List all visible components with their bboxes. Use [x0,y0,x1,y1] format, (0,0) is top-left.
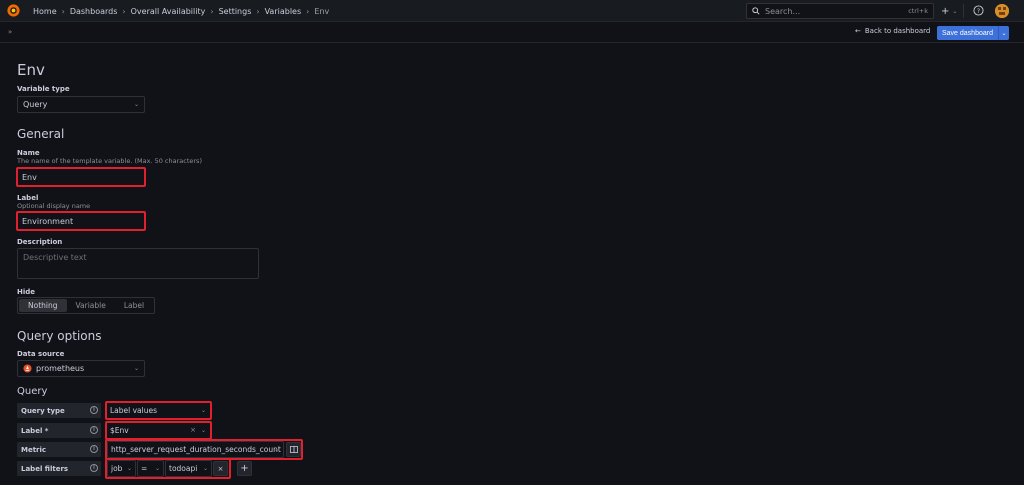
page-title: Env [17,61,45,79]
metric-value: http_server_request_duration_seconds_cou… [111,445,281,454]
chevron-right-icon: › [306,6,310,16]
chevron-down-icon: ⌄ [273,446,279,453]
divider [963,4,964,18]
filter-value-value: todoapi [169,464,198,473]
toolbar: » ← Back to dashboard Save dashboard ⌄ [0,22,1024,43]
new-menu-button[interactable]: + ⌄ [941,3,957,19]
label-description: Optional display name [17,202,91,210]
add-filter-button[interactable]: + [237,461,252,476]
chevron-right-icon: › [256,6,260,16]
svg-text:?: ? [977,7,980,15]
plus-icon: + [941,5,950,17]
breadcrumb-dashboard[interactable]: Overall Availability [131,7,206,16]
save-options-chevron-icon[interactable]: ⌄ [998,26,1009,40]
double-chevron-icon[interactable]: » [8,28,12,36]
general-heading: General [17,127,65,141]
chevron-down-icon: ⌄ [200,427,206,434]
close-icon: × [217,464,224,473]
chevron-down-icon: ⌄ [202,465,208,472]
chevron-down-icon: ⌄ [126,465,132,472]
hide-radio-group: Nothing Variable Label [17,297,156,314]
save-dashboard-button[interactable]: Save dashboard [937,26,998,40]
chevron-right-icon: › [210,6,214,16]
remove-filter-button[interactable]: × [213,461,228,476]
variable-type-value: Query [23,100,48,109]
chevron-down-icon: ⌄ [200,407,206,414]
info-icon[interactable]: i [90,464,98,472]
variable-type-label: Variable type [17,85,70,93]
chevron-right-icon: › [122,6,126,16]
filter-key-value: job [111,464,123,473]
grafana-logo-icon[interactable] [6,3,21,18]
label-filters-label: Label filters i [17,461,101,476]
hide-label: Hide [17,288,36,296]
datasource-value: prometheus [36,364,85,373]
name-description: The name of the template variable. (Max.… [17,157,202,165]
name-input[interactable]: Env [16,167,146,187]
datasource-label: Data source [17,350,65,358]
arrow-left-icon: ← [855,27,861,35]
query-type-value: Label values [110,406,158,415]
metric-label-text: Metric [21,445,47,454]
hide-option-nothing[interactable]: Nothing [19,299,67,312]
plus-icon: + [240,463,249,474]
chevron-down-icon: ⌄ [154,465,160,472]
label-select[interactable]: $Env × ⌄ [105,421,212,440]
query-options-heading: Query options [17,329,102,343]
metrics-explorer-button[interactable] [286,442,301,457]
avatar-icon [995,4,1009,18]
name-label: Name [17,149,40,157]
info-icon[interactable]: i [90,445,98,453]
search-shortcut: ctrl+k [908,7,928,15]
query-type-select[interactable]: Label values ⌄ [105,401,212,420]
query-heading: Query [17,386,48,397]
hide-option-label[interactable]: Label [115,299,153,312]
breadcrumb-home[interactable]: Home [33,7,57,16]
breadcrumb-settings[interactable]: Settings [219,7,252,16]
breadcrumb-dashboards[interactable]: Dashboards [70,7,118,16]
clear-icon[interactable]: × [190,426,196,434]
label-field-label-text: Label * [21,426,49,435]
search-icon [752,7,760,15]
filter-value-select[interactable]: todoapi ⌄ [165,460,212,477]
label-input[interactable]: Environment [16,211,146,231]
description-textarea[interactable]: Descriptive text [17,248,259,279]
label-select-value: $Env [110,426,129,435]
datasource-select[interactable]: prometheus ⌄ [17,360,145,377]
metric-label: Metric i [17,442,101,457]
back-label: Back to dashboard [864,27,931,35]
breadcrumb: Home › Dashboards › Overall Availability… [33,0,329,22]
label-field-label: Label * i [17,423,101,438]
chevron-down-icon: ⌄ [133,365,139,372]
label-filters-label-text: Label filters [21,464,69,473]
search-placeholder: Search... [765,6,801,16]
label-label: Label [17,194,39,202]
search-input[interactable]: Search... ctrl+k [746,3,934,19]
variable-type-select[interactable]: Query ⌄ [17,96,145,113]
chevron-down-icon: ⌄ [952,7,958,15]
query-type-label: Query type i [17,403,101,418]
book-icon [289,446,298,453]
top-bar: Home › Dashboards › Overall Availability… [0,0,1024,22]
help-icon[interactable]: ? [973,5,984,16]
breadcrumb-current: Env [314,6,330,16]
filter-key-select[interactable]: job ⌄ [107,460,136,477]
info-icon[interactable]: i [90,426,98,434]
avatar[interactable] [995,4,1009,18]
info-icon[interactable]: i [90,406,98,414]
hide-option-variable[interactable]: Variable [67,299,115,312]
back-to-dashboard-button[interactable]: ← Back to dashboard [855,27,930,35]
metric-select[interactable]: http_server_request_duration_seconds_cou… [107,441,284,458]
description-label: Description [17,238,63,246]
query-type-label-text: Query type [21,406,65,415]
filter-operator-select[interactable]: = ⌄ [137,460,164,477]
chevron-right-icon: › [61,6,65,16]
breadcrumb-variables[interactable]: Variables [265,7,302,16]
chevron-down-icon: ⌄ [133,101,139,108]
filter-operator-value: = [141,464,148,473]
prometheus-icon [23,364,32,373]
